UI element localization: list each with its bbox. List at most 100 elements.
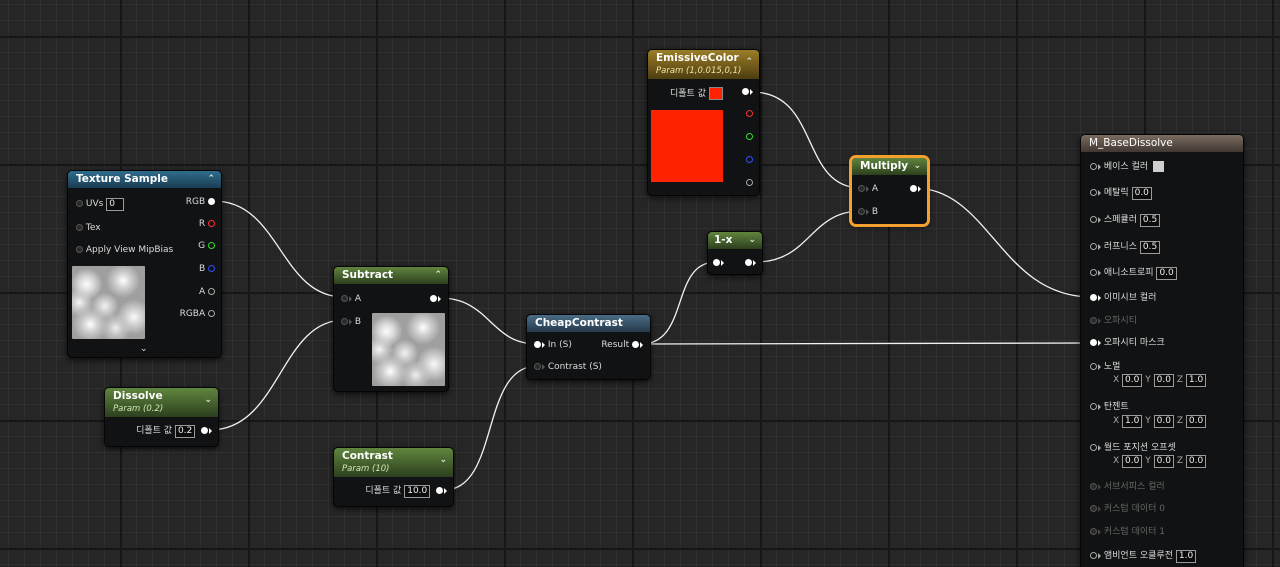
- pin-icon: [1090, 483, 1097, 490]
- node-title: Contrast: [342, 450, 393, 462]
- pin-label: In (S): [547, 340, 572, 350]
- pin-icon: [632, 341, 639, 348]
- pin-label: A: [198, 287, 206, 297]
- r-output-pin[interactable]: R: [199, 218, 215, 230]
- pin-label: A: [354, 294, 362, 304]
- pin-icon: [713, 259, 720, 266]
- pin-icon: [436, 487, 443, 494]
- pin-arrow-icon: [209, 427, 212, 434]
- color-swatch[interactable]: [708, 87, 723, 100]
- value-field[interactable]: 0.0: [1156, 267, 1177, 280]
- pin-icon: [1090, 216, 1097, 223]
- pin-label: B: [198, 264, 206, 274]
- multiply-output-pin[interactable]: [910, 183, 921, 195]
- default-value-field[interactable]: 0.2: [174, 425, 196, 438]
- tex-input-pin[interactable]: Tex: [76, 222, 101, 234]
- pin-icon: [746, 156, 753, 163]
- pin-label: 스페큘러: [1103, 215, 1137, 225]
- default-value-row[interactable]: 디폴트 값: [670, 87, 723, 100]
- wire-texture-to-subtract-a: [213, 200, 345, 298]
- pin-icon: [746, 179, 753, 186]
- contrast-param-node[interactable]: Contrast Param (10) ⌄ 디폴트 값 10.0: [333, 447, 454, 507]
- pin-icon: [208, 288, 215, 295]
- anisotropy-pin[interactable]: 애니소트로피 0.0: [1090, 267, 1177, 280]
- material-result-node[interactable]: M_BaseDissolve 베이스 컬러 메탈릭 0.0 스페큘러 0.5 러…: [1080, 134, 1244, 567]
- rgb-output-pin[interactable]: [742, 86, 753, 98]
- cheapcontrast-input-in[interactable]: In (S): [534, 339, 572, 351]
- multiply-input-b[interactable]: B: [858, 206, 878, 218]
- normal-pin[interactable]: 노멀: [1090, 361, 1120, 373]
- pin-label: 월드 포지션 오프셋: [1103, 443, 1176, 453]
- node-subtitle: Param (1,0.015,0,1): [656, 66, 742, 76]
- metallic-pin[interactable]: 메탈릭 0.0: [1090, 187, 1152, 200]
- tangent-xyz-fields[interactable]: X 1.0 Y 0.0 Z 0.0: [1113, 415, 1207, 428]
- subtract-input-a[interactable]: A: [341, 293, 361, 305]
- multiply-input-a[interactable]: A: [858, 183, 878, 195]
- color-preview: [651, 110, 723, 182]
- world-offset-xyz-fields[interactable]: X 0.0 Y 0.0 Z 0.0: [1113, 455, 1207, 468]
- r-output-pin[interactable]: [746, 108, 753, 120]
- pin-label: G: [198, 241, 206, 251]
- texture-sample-node[interactable]: Texture Sample ⌃ UVs 0 Tex Apply View Mip…: [67, 170, 222, 358]
- subtract-node[interactable]: Subtract ⌃ A B: [333, 266, 449, 392]
- chevron-down-icon[interactable]: ⌄: [748, 232, 756, 249]
- oneminus-node[interactable]: 1-x ⌄: [707, 231, 763, 275]
- mipbias-input-pin[interactable]: Apply View MipBias: [76, 244, 173, 256]
- dissolve-param-node[interactable]: Dissolve Param (0.2) ⌄ 디폴트 값 0.2: [104, 387, 219, 447]
- value-field[interactable]: 0.5: [1139, 214, 1161, 227]
- contrast-output-pin[interactable]: 디폴트 값 10.0: [365, 485, 447, 498]
- node-title: 1-x: [714, 234, 733, 246]
- ambient-occlusion-pin[interactable]: 앰비언트 오클루전 1.0: [1090, 550, 1197, 563]
- oneminus-output-pin[interactable]: [745, 257, 756, 269]
- cheapcontrast-input-contrast[interactable]: Contrast (S): [534, 361, 602, 373]
- specular-pin[interactable]: 스페큘러 0.5: [1090, 214, 1161, 227]
- subtract-output-pin[interactable]: [430, 293, 441, 305]
- opacity-pin: 오파시티: [1090, 315, 1137, 327]
- rgb-output-pin[interactable]: RGB: [186, 196, 215, 208]
- pin-icon: [208, 220, 215, 227]
- world-offset-pin[interactable]: 월드 포지션 오프셋: [1090, 442, 1176, 454]
- pin-icon: [1090, 339, 1097, 346]
- value-field[interactable]: 0.0: [1131, 187, 1152, 200]
- normal-xyz-fields[interactable]: X 0.0 Y 0.0 Z 1.0: [1113, 374, 1207, 387]
- roughness-pin[interactable]: 러프니스 0.5: [1090, 241, 1161, 254]
- chevron-down-icon[interactable]: ⌄: [204, 393, 212, 408]
- uvs-input-pin[interactable]: UVs 0: [76, 198, 125, 211]
- g-output-pin[interactable]: [746, 131, 753, 143]
- color-swatch[interactable]: [1153, 161, 1165, 172]
- uvs-value-field[interactable]: 0: [106, 198, 125, 211]
- chevron-down-icon[interactable]: ⌄: [913, 158, 921, 175]
- chevron-down-icon[interactable]: ⌄: [439, 453, 447, 468]
- collapse-icon[interactable]: ⌃: [434, 267, 442, 284]
- collapse-icon[interactable]: ⌃: [207, 171, 215, 188]
- emissivecolor-param-node[interactable]: EmissiveColor Param (1,0.015,0,1) ⌃ 디폴트 값: [647, 49, 760, 196]
- a-output-pin[interactable]: [746, 177, 753, 189]
- opacity-mask-pin[interactable]: 오파시티 마스크: [1090, 337, 1165, 349]
- subtract-input-b[interactable]: B: [341, 316, 361, 328]
- node-subtitle: Param (0.2): [113, 404, 164, 414]
- base-color-pin[interactable]: 베이스 컬러: [1090, 161, 1165, 173]
- tangent-pin[interactable]: 탄젠트: [1090, 401, 1129, 413]
- value-field[interactable]: 0.5: [1139, 241, 1161, 254]
- pin-label: 앰비언트 오클루전: [1103, 551, 1173, 561]
- b-output-pin[interactable]: B: [199, 263, 215, 275]
- material-graph-canvas[interactable]: Texture Sample ⌃ UVs 0 Tex Apply View Mip…: [0, 0, 1280, 567]
- multiply-node[interactable]: Multiply ⌄ A B: [851, 157, 928, 225]
- dissolve-output-pin[interactable]: 디폴트 값 0.2: [136, 425, 212, 438]
- oneminus-input-pin[interactable]: [713, 257, 724, 269]
- emissive-color-pin[interactable]: 이미시브 컬러: [1090, 292, 1156, 304]
- b-output-pin[interactable]: [746, 154, 753, 166]
- cheapcontrast-output-result[interactable]: Result: [601, 339, 643, 351]
- rgba-output-pin[interactable]: RGBA: [180, 308, 215, 320]
- pin-label: RGB: [185, 197, 206, 207]
- collapse-icon[interactable]: ⌃: [745, 55, 753, 70]
- a-output-pin[interactable]: A: [199, 286, 215, 298]
- g-output-pin[interactable]: G: [198, 240, 215, 252]
- chevron-down-icon[interactable]: ⌄: [140, 343, 148, 355]
- value-field[interactable]: 1.0: [1175, 550, 1197, 563]
- pin-label: 탄젠트: [1103, 402, 1129, 412]
- default-value-field[interactable]: 10.0: [404, 485, 431, 498]
- pin-label: RGBA: [179, 309, 206, 319]
- texture-preview: [72, 266, 145, 339]
- cheapcontrast-node[interactable]: CheapContrast In (S) Contrast (S) Result: [526, 314, 651, 380]
